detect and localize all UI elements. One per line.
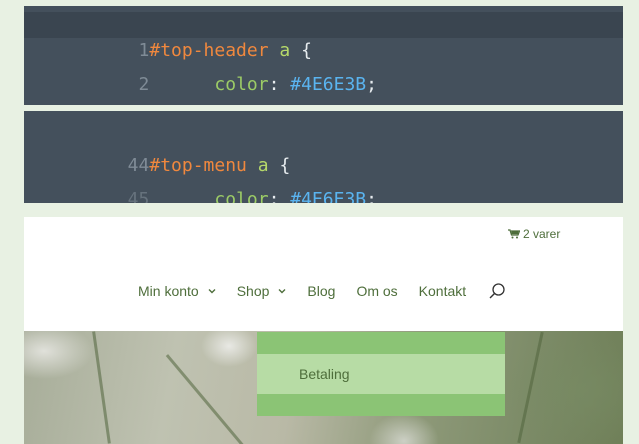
code-line: 3}	[24, 83, 623, 105]
code-line: 45 color: #4E6E3B;	[24, 161, 623, 203]
chevron-down-icon	[208, 289, 216, 294]
nav-item-blog[interactable]: Blog	[307, 283, 335, 299]
nav-item-label: Shop	[236, 283, 270, 299]
chevron-down-icon	[278, 289, 286, 294]
line-number: 45	[127, 189, 150, 203]
top-menu: Min konto Shop Blog Om os Kontakt	[138, 281, 506, 301]
cart-icon	[508, 229, 520, 239]
cart-link[interactable]: 2 varer	[508, 227, 560, 241]
css-property: color	[214, 189, 269, 203]
nav-item-kontakt[interactable]: Kontakt	[419, 283, 466, 299]
nav-item-min-konto[interactable]: Min konto	[138, 283, 216, 299]
nav-item-shop[interactable]: Shop	[237, 283, 287, 299]
code-line: 2 color: #4E6E3B;	[24, 46, 623, 95]
code-line: 1#top-header a {	[24, 12, 623, 61]
code-line: 44#top-menu a {	[24, 127, 623, 176]
code-editor-panel-top-header: 1#top-header a { 2 color: #4E6E3B; 3}	[24, 6, 623, 105]
nav-item-label: Kontakt	[418, 283, 467, 299]
nav-item-label: Min konto	[138, 283, 199, 299]
code-editor-panel-top-menu: 44#top-menu a { 45 color: #4E6E3B;	[24, 111, 623, 203]
decorative-stem	[517, 331, 544, 444]
decorative-stem	[165, 354, 246, 444]
website-header-preview: 2 varer Min konto Shop Blog Om os Kontak…	[24, 217, 623, 444]
cart-label: 2 varer	[523, 227, 561, 241]
css-value: #4E6E3B	[290, 189, 367, 203]
nav-item-om-os[interactable]: Om os	[356, 283, 397, 299]
nav-item-label: Blog	[307, 283, 336, 299]
nav-item-label: Om os	[356, 283, 398, 299]
decorative-stem	[92, 331, 111, 444]
dropdown-item-betaling[interactable]: Betaling	[257, 354, 505, 394]
dropdown-item-label: Betaling	[299, 366, 350, 382]
shop-dropdown-menu: Betaling	[257, 332, 505, 416]
search-icon[interactable]	[488, 282, 506, 300]
